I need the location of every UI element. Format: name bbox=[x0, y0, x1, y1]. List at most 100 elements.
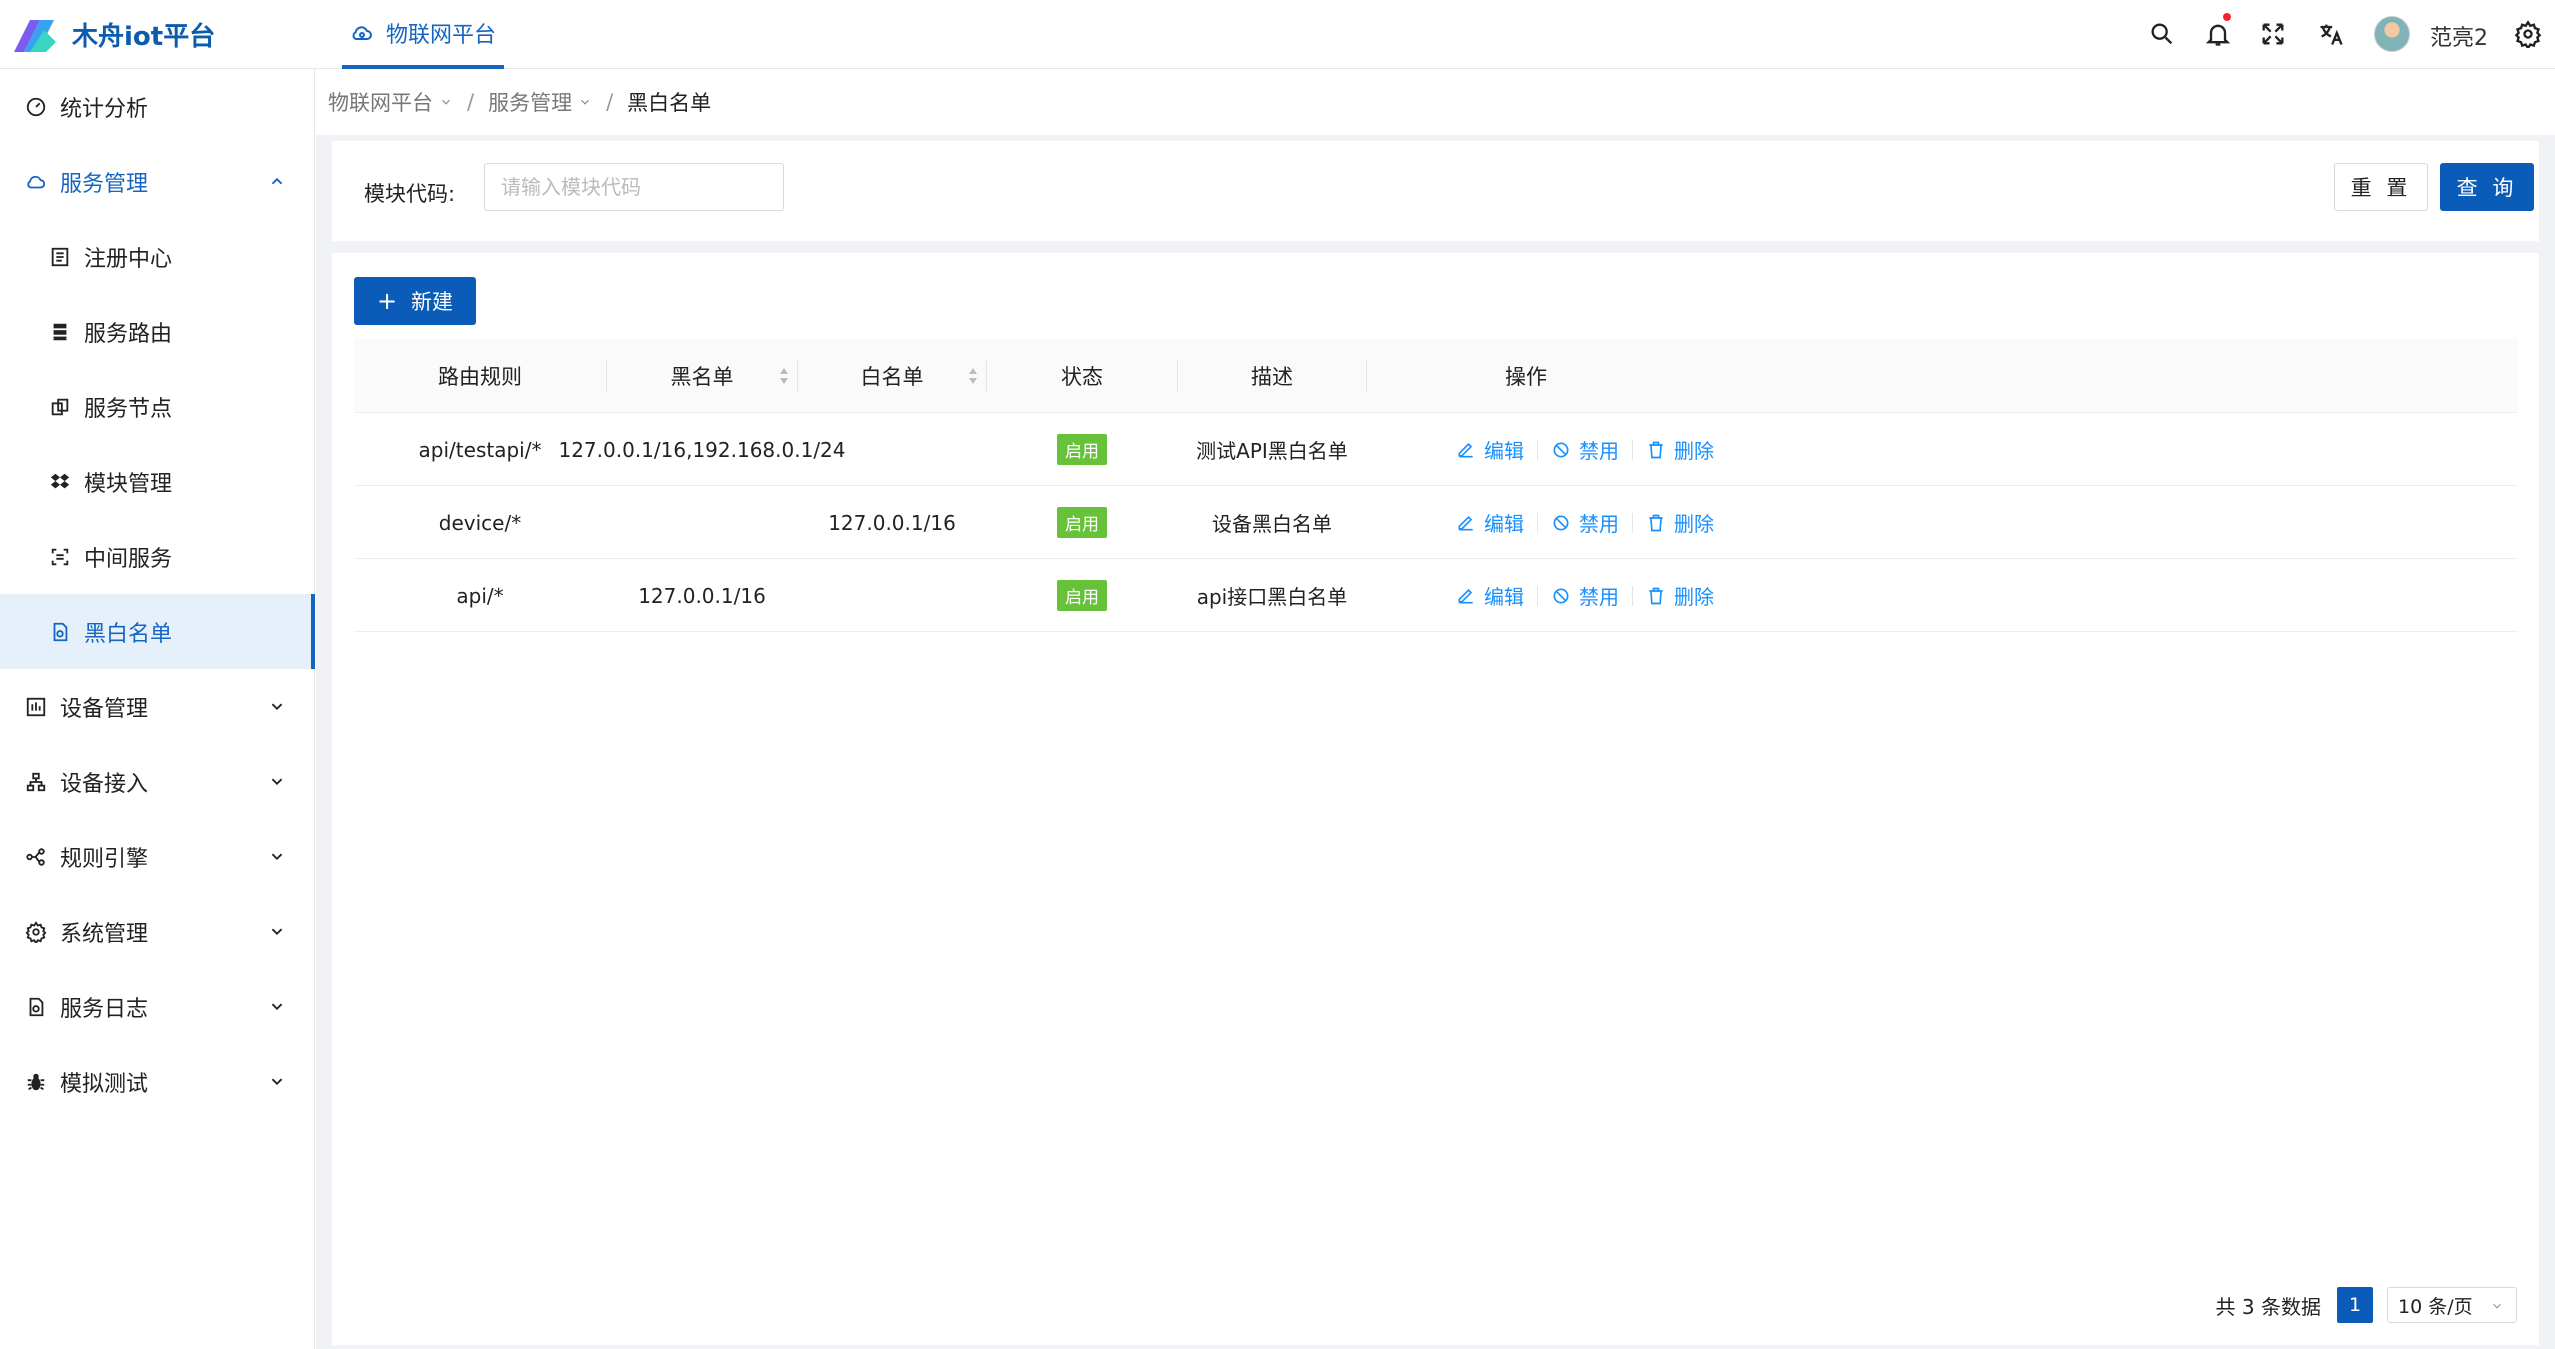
disable-button[interactable]: 禁用 bbox=[1551, 508, 1619, 537]
sidebar-item-service-log[interactable]: 服务日志 bbox=[0, 969, 315, 1044]
sidebar-item-device-management[interactable]: 设备管理 bbox=[0, 669, 315, 744]
network-icon bbox=[24, 770, 48, 794]
edit-icon bbox=[1458, 515, 1473, 530]
breadcrumb: 物联网平台 / 服务管理 / 黑白名单 bbox=[316, 69, 2555, 135]
reset-button[interactable]: 重 置 bbox=[2334, 163, 2428, 211]
search-icon[interactable] bbox=[2148, 20, 2176, 48]
sidebar-item-service-management[interactable]: 服务管理 bbox=[0, 144, 315, 219]
cloud-icon bbox=[24, 170, 48, 194]
sidebar-item-blacklist-whitelist[interactable]: 黑白名单 bbox=[0, 594, 315, 669]
sidebar-item-service-route[interactable]: 服务路由 bbox=[0, 294, 315, 369]
file-icon bbox=[48, 620, 72, 644]
app-logo[interactable]: 木舟iot平台 bbox=[10, 12, 215, 56]
sidebar-item-statistics[interactable]: 统计分析 bbox=[0, 69, 315, 144]
cell-description: 设备黑白名单 bbox=[1212, 512, 1332, 536]
main-content: 物联网平台 / 服务管理 / 黑白名单 模块代码: 重 置 查 询 + 新建 路… bbox=[316, 69, 2555, 1349]
column-header-description: 描述 bbox=[1251, 365, 1293, 389]
sidebar-item-registry[interactable]: 注册中心 bbox=[0, 219, 315, 294]
breadcrumb-separator: / bbox=[606, 90, 614, 114]
sidebar-item-label: 模拟测试 bbox=[60, 1071, 149, 1097]
middleware-icon bbox=[48, 545, 72, 569]
disable-button[interactable]: 禁用 bbox=[1551, 435, 1619, 464]
table-header: 路由规则 黑名单 白名单 状态 描述 操作 bbox=[354, 339, 2518, 413]
cell-status: 启用 bbox=[987, 486, 1177, 559]
blacklist-table: 路由规则 黑名单 白名单 状态 描述 操作 api/testapi/* 127.… bbox=[354, 339, 2518, 632]
row-actions: 编辑 禁用 删除 bbox=[1456, 486, 1714, 559]
edit-label: 编辑 bbox=[1484, 439, 1524, 463]
column-header-blacklist[interactable]: 黑名单 bbox=[607, 339, 797, 413]
total-count: 共 3 条数据 bbox=[2215, 1294, 2321, 1319]
sidebar-item-device-access[interactable]: 设备接入 bbox=[0, 744, 315, 819]
cell-blacklist: 127.0.0.1/16 bbox=[638, 583, 766, 608]
edit-button[interactable]: 编辑 bbox=[1456, 508, 1524, 537]
tab-iot-platform[interactable]: 物联网平台 bbox=[342, 0, 505, 69]
plus-icon: + bbox=[376, 287, 398, 315]
action-divider bbox=[1632, 512, 1633, 533]
sidebar-item-label: 统计分析 bbox=[60, 96, 149, 122]
delete-button[interactable]: 删除 bbox=[1646, 508, 1714, 537]
breadcrumb-item[interactable]: 物联网平台 bbox=[328, 87, 453, 117]
edit-button[interactable]: 编辑 bbox=[1456, 435, 1524, 464]
sidebar-item-rule-engine[interactable]: 规则引擎 bbox=[0, 819, 315, 894]
sidebar-item-label: 规则引擎 bbox=[60, 846, 149, 872]
cell-description: api接口黑白名单 bbox=[1196, 585, 1348, 609]
cell-route: api/* bbox=[456, 583, 504, 608]
cell-whitelist: 127.0.0.1/16 bbox=[828, 510, 956, 535]
page-size-select[interactable]: 10 条/页 bbox=[2387, 1287, 2517, 1323]
sidebar-item-label: 系统管理 bbox=[60, 921, 149, 947]
table-row: api/* 127.0.0.1/16 启用 api接口黑白名单 编辑 禁用 删除 bbox=[354, 559, 2518, 632]
sidebar-item-label: 设备管理 bbox=[60, 696, 149, 722]
module-code-input[interactable] bbox=[484, 163, 784, 211]
dashboard-icon bbox=[24, 95, 48, 119]
chevron-down-icon bbox=[442, 99, 450, 105]
server-icon bbox=[48, 320, 72, 344]
cell-description: 测试API黑白名单 bbox=[1196, 439, 1348, 463]
chevron-down-icon bbox=[2493, 1303, 2501, 1309]
gear-icon[interactable] bbox=[2514, 20, 2542, 51]
sidebar-item-label: 服务管理 bbox=[60, 171, 149, 197]
chevron-down-icon bbox=[271, 1003, 283, 1011]
sidebar-item-middleware[interactable]: 中间服务 bbox=[0, 519, 315, 594]
page-button-current[interactable]: 1 bbox=[2337, 1287, 2373, 1323]
avatar[interactable] bbox=[2374, 16, 2410, 52]
sidebar-item-module-management[interactable]: 模块管理 bbox=[0, 444, 315, 519]
sidebar-item-label: 服务节点 bbox=[84, 396, 173, 422]
nodes-icon bbox=[48, 395, 72, 419]
ban-icon bbox=[1553, 515, 1569, 530]
sidebar-item-system-management[interactable]: 系统管理 bbox=[0, 894, 315, 969]
dropbox-icon bbox=[48, 470, 72, 494]
delete-label: 删除 bbox=[1674, 585, 1714, 609]
delete-button[interactable]: 删除 bbox=[1646, 435, 1714, 464]
cloud-icon bbox=[352, 25, 372, 40]
sidebar-item-simulation-test[interactable]: 模拟测试 bbox=[0, 1044, 315, 1119]
action-divider bbox=[1537, 439, 1538, 460]
tab-iot-platform-label: 物联网平台 bbox=[386, 22, 497, 48]
status-badge: 启用 bbox=[1057, 580, 1107, 611]
disable-button[interactable]: 禁用 bbox=[1551, 581, 1619, 610]
query-button[interactable]: 查 询 bbox=[2440, 163, 2534, 211]
breadcrumb-item[interactable]: 服务管理 bbox=[488, 87, 592, 117]
new-button-label: 新建 bbox=[411, 290, 454, 314]
cell-blacklist: 127.0.0.1/16,192.168.0.1/24 bbox=[558, 437, 846, 462]
sort-icon[interactable] bbox=[967, 364, 979, 388]
column-header-whitelist[interactable]: 白名单 bbox=[798, 339, 986, 413]
edit-button[interactable]: 编辑 bbox=[1456, 581, 1524, 610]
username[interactable]: 范亮2 bbox=[2430, 20, 2488, 52]
top-header: 木舟iot平台 物联网平台 范亮2 bbox=[0, 0, 2555, 69]
translate-icon[interactable] bbox=[2317, 20, 2345, 48]
fullscreen-icon[interactable] bbox=[2259, 20, 2287, 48]
table-row: api/testapi/* 127.0.0.1/16,192.168.0.1/2… bbox=[354, 413, 2518, 486]
search-panel: 模块代码: 重 置 查 询 bbox=[332, 141, 2539, 241]
sort-icon[interactable] bbox=[778, 364, 790, 388]
bell-icon[interactable] bbox=[2204, 13, 2232, 48]
trash-icon bbox=[1649, 587, 1663, 604]
row-actions: 编辑 禁用 删除 bbox=[1456, 559, 1714, 632]
edit-label: 编辑 bbox=[1484, 512, 1524, 536]
action-divider bbox=[1632, 585, 1633, 606]
delete-button[interactable]: 删除 bbox=[1646, 581, 1714, 610]
bug-icon bbox=[24, 1070, 48, 1094]
new-button[interactable]: + 新建 bbox=[354, 277, 476, 325]
device-icon bbox=[24, 695, 48, 719]
sidebar-item-service-node[interactable]: 服务节点 bbox=[0, 369, 315, 444]
log-icon bbox=[24, 995, 48, 1019]
